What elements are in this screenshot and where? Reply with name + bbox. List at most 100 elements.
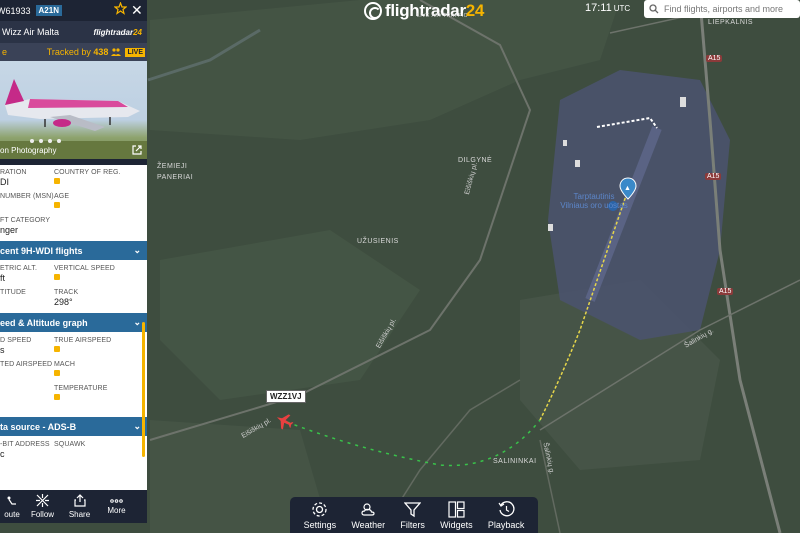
- status-prefix: e: [2, 47, 8, 57]
- route-button[interactable]: oute: [0, 490, 24, 523]
- share-label: Share: [68, 510, 91, 519]
- baro-alt-label: ETRIC ALT.: [0, 265, 38, 272]
- lock-icon: [54, 274, 60, 280]
- ground-speed-label: D SPEED: [0, 337, 32, 344]
- filter-icon: [404, 501, 422, 517]
- route-badge-a15-mid: A15: [705, 173, 722, 180]
- mach-label: MACH: [54, 361, 76, 368]
- widgets-button[interactable]: Widgets: [440, 500, 473, 530]
- live-badge: LIVE: [125, 47, 145, 57]
- follow-label: Follow: [30, 510, 55, 519]
- settings-icon: [312, 501, 328, 517]
- lock-icon: [54, 346, 60, 352]
- widgets-label: Widgets: [440, 519, 473, 530]
- registration-label: RATION: [0, 169, 27, 176]
- route-icon: [7, 496, 16, 505]
- logo-subtitle: LIVE AIR TRAFFIC: [417, 13, 468, 19]
- place-label-liepkalnis: LIEPKALNIS: [708, 19, 754, 26]
- aircraft-photo[interactable]: on Photography: [0, 61, 147, 159]
- more-label: More: [107, 505, 126, 515]
- close-icon[interactable]: ✕: [131, 3, 143, 17]
- registration-value: DI: [0, 177, 9, 187]
- aircraft-type-badge: A21N: [35, 5, 62, 16]
- widgets-icon: [448, 500, 465, 518]
- recent-flights-section[interactable]: cent 9H-WDI flights ⌄: [0, 241, 147, 260]
- utc-clock: 17:11 UTC: [585, 2, 630, 14]
- brand-number: 24: [133, 27, 142, 37]
- weather-icon: [361, 502, 375, 516]
- fr24-small-logo: flightradar24: [94, 28, 142, 37]
- svg-text:▲: ▲: [624, 185, 631, 192]
- panel-nav: oute Follow Share More: [0, 490, 147, 523]
- brand-text: flightradar: [93, 27, 134, 37]
- route-badge-a15-low: A15: [717, 288, 734, 295]
- tracking-bar: e Tracked by 438 LIVE: [0, 43, 147, 61]
- settings-button[interactable]: Settings: [303, 501, 337, 530]
- recent-flights-title: cent 9H-WDI flights: [0, 245, 83, 256]
- place-label-paneriai: PANERIAI: [157, 174, 194, 181]
- search-box[interactable]: [644, 0, 800, 18]
- share-button[interactable]: Share: [61, 490, 98, 523]
- chevron-down-icon: ⌄: [133, 245, 141, 255]
- chevron-down-icon: ⌄: [133, 421, 141, 431]
- bookmark-star-icon[interactable]: [114, 2, 127, 15]
- category-value: nger: [0, 225, 19, 235]
- fr24-logo-icon: [364, 2, 382, 20]
- flight-info-panel: W61933 A21N ✕ Wizz Air Malta flightradar…: [0, 0, 147, 523]
- more-button[interactable]: More: [98, 490, 135, 523]
- photo-credit: on Photography: [0, 146, 57, 155]
- filters-button[interactable]: Filters: [400, 501, 425, 530]
- clock-timezone: UTC: [613, 4, 631, 13]
- msn-label: NUMBER (MSN): [0, 193, 54, 200]
- follow-icon: [36, 494, 49, 507]
- weather-label: Weather: [351, 519, 386, 530]
- share-icon: [73, 494, 86, 507]
- tracked-by: Tracked by 438: [47, 47, 109, 57]
- flight-callsign-label[interactable]: WZZ1VJ: [266, 390, 306, 403]
- baro-alt-value: ft: [0, 273, 6, 283]
- data-source-title: ta source - ADS-B: [0, 421, 77, 432]
- lock-icon: [54, 370, 60, 376]
- map-toolbar: Settings Weather Filters Widgets Playbac…: [290, 497, 538, 533]
- route-label: oute: [4, 509, 20, 519]
- weather-button[interactable]: Weather: [351, 501, 385, 530]
- lock-icon: [54, 394, 60, 400]
- category-label: FT CATEGORY: [0, 217, 51, 224]
- clock-time: 17:11: [585, 2, 612, 14]
- playback-label: Playback: [487, 519, 525, 530]
- flight-details: RATION DI COUNTRY OF REG. NUMBER (MSN) AG…: [0, 165, 147, 463]
- follow-button[interactable]: Follow: [24, 490, 61, 523]
- country-label: COUNTRY OF REG.: [54, 169, 121, 176]
- playback-icon: [498, 500, 515, 516]
- place-label-uzusienis: UŽUSIENIS: [357, 238, 399, 245]
- tracked-count: 438: [93, 47, 109, 57]
- speed-altitude-title: eed & Altitude graph: [0, 317, 88, 328]
- aircraft-photo-image: [0, 79, 147, 159]
- users-icon: [111, 48, 122, 56]
- speed-altitude-section[interactable]: eed & Altitude graph ⌄: [0, 313, 147, 332]
- indicated-airspeed-label: TED AIRSPEED: [0, 361, 53, 368]
- temperature-label: TEMPERATURE: [54, 385, 108, 392]
- age-label: AGE: [54, 193, 70, 200]
- lock-icon: [54, 178, 60, 184]
- photo-pagination[interactable]: [30, 139, 61, 143]
- track-label: TRACK: [54, 289, 79, 296]
- external-link-icon[interactable]: [132, 145, 142, 155]
- panel-scrollbar[interactable]: [142, 322, 145, 457]
- search-input[interactable]: [664, 4, 794, 14]
- true-airspeed-label: TRUE AIRSPEED: [54, 337, 112, 344]
- chevron-down-icon: ⌄: [133, 317, 141, 327]
- airline-name: Wizz Air Malta: [2, 27, 60, 37]
- tracked-label: Tracked by: [46, 47, 91, 57]
- settings-label: Settings: [303, 519, 337, 530]
- squawk-label: SQUAWK: [54, 441, 86, 448]
- lock-icon: [54, 202, 60, 208]
- search-icon: [649, 4, 659, 14]
- airline-bar: Wizz Air Malta flightradar24: [0, 21, 147, 43]
- ground-speed-value: s: [0, 345, 5, 355]
- data-source-section[interactable]: ta source - ADS-B ⌄: [0, 417, 147, 436]
- playback-button[interactable]: Playback: [487, 500, 525, 530]
- place-label-salininkai: SALININKAI: [493, 458, 537, 465]
- track-value: 298°: [54, 297, 73, 307]
- icao-address-value: c: [0, 449, 5, 459]
